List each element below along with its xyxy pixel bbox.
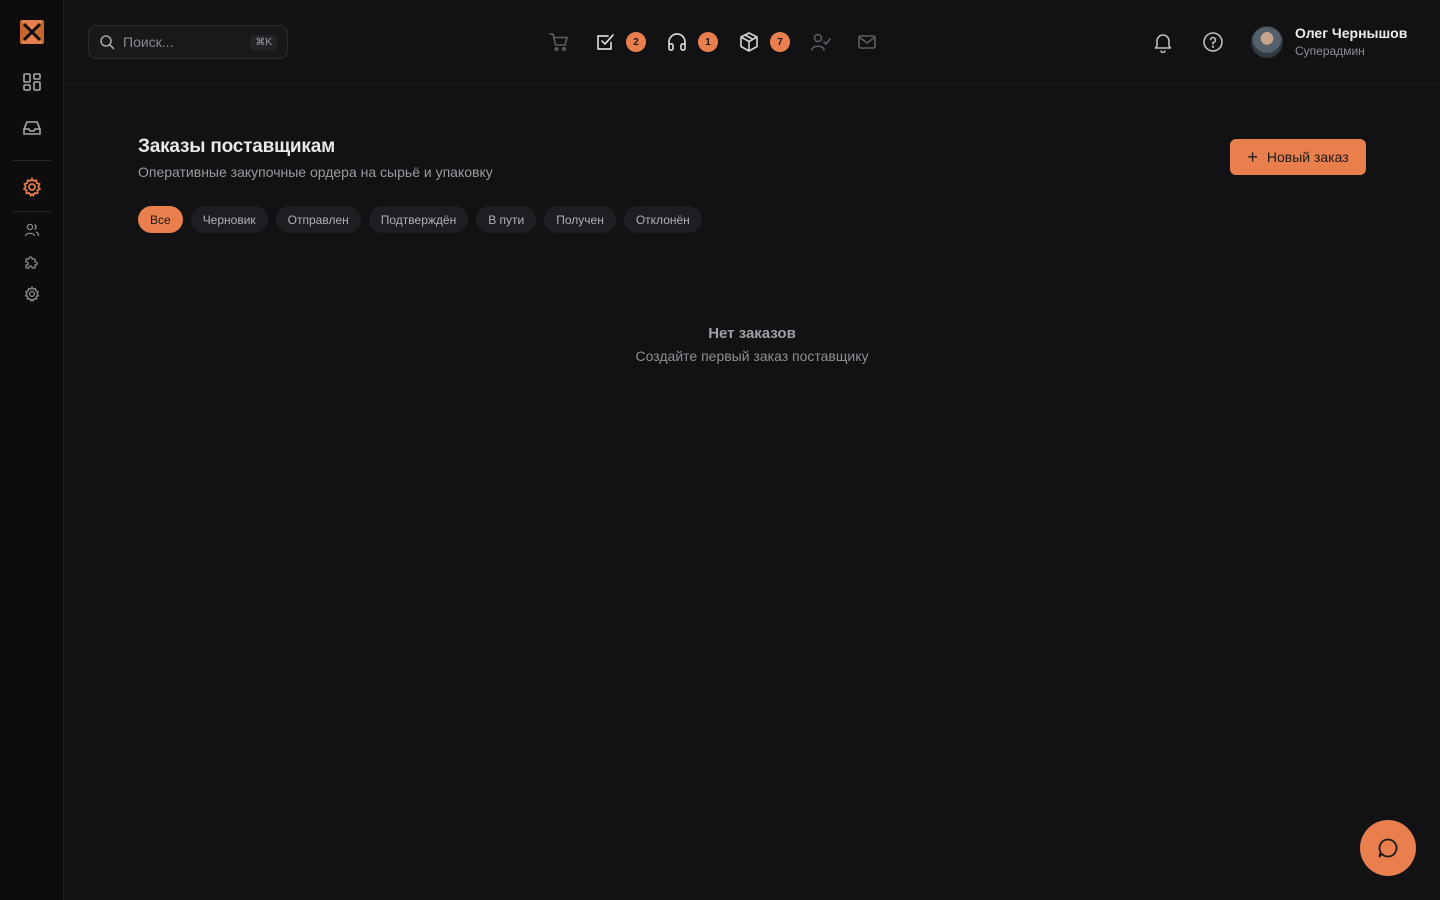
chat-bubble-icon bbox=[1378, 838, 1398, 858]
filter-chip-rejected[interactable]: Отклонён bbox=[623, 206, 702, 233]
gear-icon bbox=[22, 177, 41, 197]
user-menu[interactable]: Олег Чернышов Суперадмин bbox=[1251, 25, 1407, 58]
sidebar-item-inbox[interactable] bbox=[0, 116, 63, 140]
filter-chip-all[interactable]: Все bbox=[138, 206, 183, 233]
nav-packages[interactable]: 7 bbox=[738, 28, 790, 56]
search-icon bbox=[100, 35, 115, 50]
shopping-cart-icon bbox=[549, 33, 568, 51]
help-button[interactable] bbox=[1199, 28, 1227, 56]
search-shortcut-hint: ⌘K bbox=[250, 34, 277, 50]
app-root: ⌘K 2 1 7 bbox=[0, 0, 1440, 900]
sidebar-item-users[interactable] bbox=[0, 220, 63, 240]
filter-chip-confirmed[interactable]: Подтверждён bbox=[368, 206, 469, 233]
nav-support[interactable]: 1 bbox=[666, 28, 718, 56]
brand-logo-icon[interactable] bbox=[0, 16, 63, 48]
filter-chip-in-transit[interactable]: В пути bbox=[476, 206, 537, 233]
checkbox-icon bbox=[597, 34, 614, 50]
help-circle-icon bbox=[1203, 32, 1223, 52]
dashboard-grid-icon bbox=[22, 73, 41, 91]
support-badge: 1 bbox=[698, 32, 718, 52]
nav-tasks[interactable]: 2 bbox=[594, 28, 646, 56]
filter-chip-draft[interactable]: Черновик bbox=[190, 206, 268, 233]
nav-cart[interactable] bbox=[548, 28, 570, 56]
status-filter-tabs: Все Черновик Отправлен Подтверждён В пут… bbox=[138, 206, 710, 233]
notifications-button[interactable] bbox=[1149, 28, 1177, 56]
new-order-label: Новый заказ bbox=[1266, 149, 1349, 165]
tasks-badge: 2 bbox=[626, 32, 646, 52]
avatar bbox=[1251, 25, 1283, 58]
filter-chip-sent[interactable]: Отправлен bbox=[275, 206, 361, 233]
sidebar-item-dashboard[interactable] bbox=[0, 70, 63, 94]
new-order-button[interactable]: + Новый заказ bbox=[1230, 139, 1366, 175]
sidebar-item-settings[interactable] bbox=[0, 284, 63, 304]
plus-icon: + bbox=[1247, 147, 1258, 167]
empty-state-title: Нет заказов bbox=[708, 325, 796, 342]
sidebar-item-settings-active[interactable] bbox=[0, 175, 63, 199]
headphones-icon bbox=[668, 33, 686, 51]
user-check-icon bbox=[811, 33, 831, 51]
inbox-tray-icon bbox=[22, 121, 41, 135]
sidebar-divider bbox=[12, 160, 52, 161]
nav-approvals[interactable] bbox=[810, 28, 832, 56]
nav-mail[interactable] bbox=[856, 28, 878, 56]
top-header: ⌘K 2 1 7 bbox=[64, 0, 1440, 85]
chat-button[interactable] bbox=[1360, 820, 1416, 876]
puzzle-icon bbox=[24, 256, 38, 269]
mail-icon bbox=[858, 35, 876, 49]
user-name: Олег Чернышов bbox=[1295, 25, 1408, 41]
gear-icon bbox=[24, 286, 39, 302]
search-box[interactable]: ⌘K bbox=[88, 25, 288, 59]
bell-icon bbox=[1154, 34, 1172, 53]
page-title: Заказы поставщикам bbox=[138, 136, 335, 157]
sidebar-item-integrations[interactable] bbox=[0, 252, 63, 272]
packages-badge: 7 bbox=[770, 32, 790, 52]
page-subtitle: Оперативные закупочные ордера на сырьё и… bbox=[138, 164, 493, 180]
filter-chip-received[interactable]: Получен bbox=[544, 206, 616, 233]
sidebar-divider bbox=[12, 211, 52, 212]
user-role: Суперадмин bbox=[1295, 44, 1365, 58]
users-icon bbox=[24, 223, 39, 237]
search-input[interactable] bbox=[123, 34, 243, 50]
empty-state-subtitle: Создайте первый заказ поставщику bbox=[635, 348, 869, 364]
sidebar bbox=[0, 0, 64, 900]
package-icon bbox=[740, 32, 758, 52]
